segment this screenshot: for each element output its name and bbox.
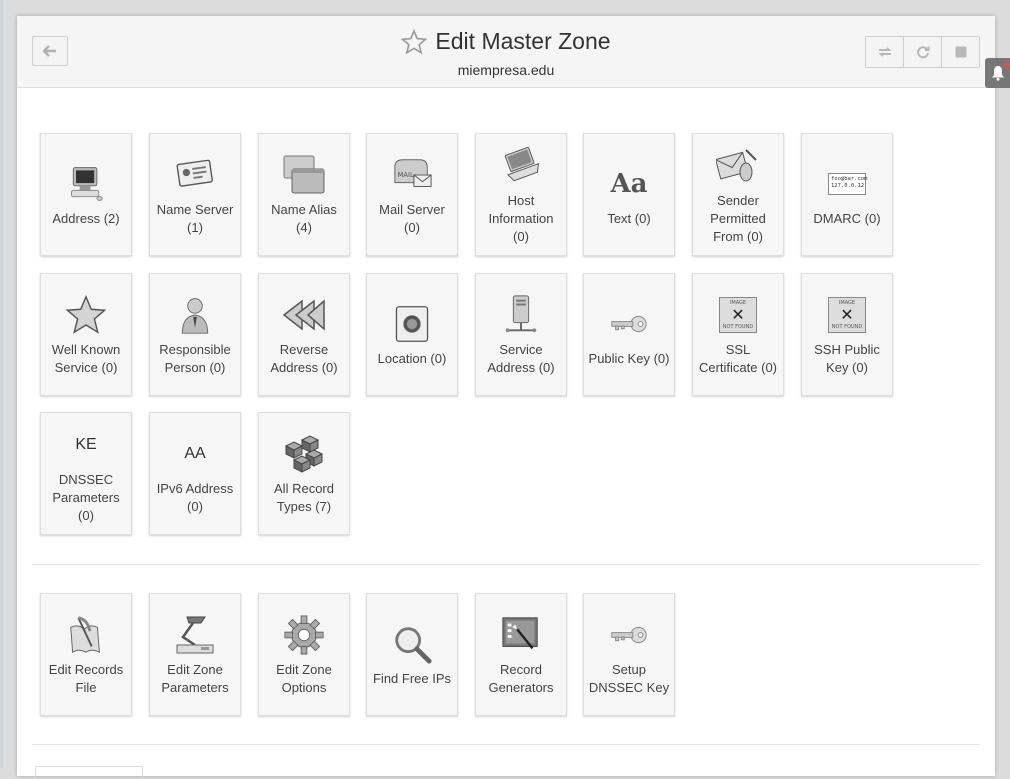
stop-button[interactable] xyxy=(941,36,980,68)
action-edit-zone-options[interactable]: Edit Zone Options xyxy=(258,593,350,716)
edit-master-zone-panel: Edit Master Zone miempresa.edu Address (… xyxy=(17,16,995,779)
tile-label: Location (0) xyxy=(377,350,447,366)
tile-label: IPv6 Address (0) xyxy=(156,480,234,514)
star-icon xyxy=(64,293,108,337)
record-type-name-alias[interactable]: Name Alias (4) xyxy=(258,133,350,256)
tile-label: Public Key (0) xyxy=(588,350,670,366)
mailbox-icon: MAIL xyxy=(390,153,434,197)
laptop-icon xyxy=(499,144,543,188)
record-type-service-address[interactable]: Service Address (0) xyxy=(475,273,567,396)
id-card-icon xyxy=(173,153,217,197)
sync-button[interactable] xyxy=(865,36,904,68)
key-icon xyxy=(607,302,651,346)
tile-label: Text (0) xyxy=(607,210,651,226)
record-type-mail-server[interactable]: MAIL Mail Server (0) xyxy=(366,133,458,256)
header-button-group xyxy=(865,36,980,68)
aa-glyph-icon: AA xyxy=(184,444,206,462)
favorite-star-icon[interactable] xyxy=(401,28,428,55)
svg-text:MAIL: MAIL xyxy=(398,170,414,178)
section-divider-bottom xyxy=(32,744,980,745)
tile-label: Name Server (1) xyxy=(156,201,234,235)
location-globe-icon xyxy=(390,302,434,346)
tile-label: SSL Certificate (0) xyxy=(698,341,778,375)
record-type-well-known-service[interactable]: Well Known Service (0) xyxy=(40,273,132,396)
record-type-responsible-person[interactable]: Responsible Person (0) xyxy=(149,273,241,396)
person-icon xyxy=(173,293,217,337)
tile-label: Well Known Service (0) xyxy=(51,341,121,375)
window-top-strip xyxy=(0,0,1010,16)
record-type-host-information[interactable]: Host Information (0) xyxy=(475,133,567,256)
zone-domain-name: miempresa.edu xyxy=(457,62,555,78)
gear-icon xyxy=(282,613,326,657)
magnifier-icon xyxy=(390,622,434,666)
image-not-found-icon: IMAGE ✕ NOT FOUND xyxy=(825,293,869,337)
record-type-ssh-public-key[interactable]: IMAGE ✕ NOT FOUND SSH Public Key (0) xyxy=(801,273,893,396)
record-type-dmarc[interactable]: foo@bar.com 127.0.0.12 DMARC (0) xyxy=(801,133,893,256)
sync-arrows-icon xyxy=(878,47,891,57)
quill-paper-icon xyxy=(64,613,108,657)
panel-header: Edit Master Zone miempresa.edu xyxy=(17,16,995,88)
record-type-dnssec-parameters[interactable]: KE DNSSEC Parameters (0) xyxy=(40,412,132,535)
action-edit-zone-parameters[interactable]: Edit Zone Parameters xyxy=(149,593,241,716)
rewind-icon xyxy=(282,293,326,337)
text-aa-icon: Aa xyxy=(610,168,648,199)
record-type-ipv6-address[interactable]: AA IPv6 Address (0) xyxy=(149,412,241,535)
tile-label: Host Information (0) xyxy=(488,192,554,244)
tile-label: Service Address (0) xyxy=(487,341,555,375)
ke-glyph-icon: KE xyxy=(75,435,97,453)
refresh-button[interactable] xyxy=(903,36,942,68)
page-title: Edit Master Zone xyxy=(435,28,611,54)
action-setup-dnssec-key[interactable]: Setup DNSSEC Key xyxy=(583,593,675,716)
tile-label: All Record Types (7) xyxy=(274,480,334,514)
tile-label: Reverse Address (0) xyxy=(270,341,338,375)
record-type-text[interactable]: Aa Text (0) xyxy=(583,133,675,256)
tile-label: Sender Permitted From (0) xyxy=(710,192,766,244)
record-type-all-record-types[interactable]: All Record Types (7) xyxy=(258,412,350,535)
stacked-windows-icon xyxy=(282,153,326,197)
tile-label: Edit Records File xyxy=(48,661,124,695)
tile-label: SSH Public Key (0) xyxy=(814,341,880,375)
action-record-generators[interactable]: Record Generators xyxy=(475,593,567,716)
envelope-mouse-icon xyxy=(716,144,760,188)
title-row: Edit Master Zone xyxy=(17,28,995,55)
tile-label: Address (2) xyxy=(52,210,120,226)
tile-label: DMARC (0) xyxy=(813,210,881,226)
tile-label: Name Alias (4) xyxy=(271,201,337,235)
notification-tab[interactable] xyxy=(985,58,1010,88)
network-server-icon xyxy=(499,293,543,337)
address-label-icon: foo@bar.com 127.0.0.12 xyxy=(825,162,869,206)
tile-label: Find Free IPs xyxy=(372,670,452,686)
refresh-icon xyxy=(916,46,929,59)
key-icon xyxy=(607,613,651,657)
left-frame-edge xyxy=(0,0,3,768)
tile-label: Edit Zone Options xyxy=(276,661,332,695)
stop-square-icon xyxy=(955,46,966,58)
record-type-ssl-certificate[interactable]: IMAGE ✕ NOT FOUND SSL Certificate (0) xyxy=(692,273,784,396)
record-type-public-key[interactable]: Public Key (0) xyxy=(583,273,675,396)
notification-badge-dot xyxy=(1004,62,1010,68)
action-find-free-ips[interactable]: Find Free IPs xyxy=(366,593,458,716)
tile-label: Edit Zone Parameters xyxy=(161,661,229,695)
tile-label: Setup DNSSEC Key xyxy=(588,661,670,695)
action-edit-records-file[interactable]: Edit Records File xyxy=(40,593,132,716)
record-type-reverse-address[interactable]: Reverse Address (0) xyxy=(258,273,350,396)
image-not-found-icon: IMAGE ✕ NOT FOUND xyxy=(716,293,760,337)
bell-icon xyxy=(991,66,1004,81)
record-type-address[interactable]: Address (2) xyxy=(40,133,132,256)
section-divider xyxy=(32,564,980,565)
record-type-location[interactable]: Location (0) xyxy=(366,273,458,396)
tile-label: Record Generators xyxy=(488,661,554,695)
tile-label: DNSSEC Parameters (0) xyxy=(52,471,120,523)
cubes-icon xyxy=(282,432,326,476)
tile-label: Mail Server (0) xyxy=(379,201,445,235)
record-type-name-server[interactable]: Name Server (1) xyxy=(149,133,241,256)
desk-lamp-icon xyxy=(173,613,217,657)
record-type-sender-permitted-from[interactable]: Sender Permitted From (0) xyxy=(692,133,784,256)
tile-label: Responsible Person (0) xyxy=(159,341,231,375)
magic-wand-board-icon xyxy=(499,613,543,657)
computer-icon xyxy=(64,162,108,206)
